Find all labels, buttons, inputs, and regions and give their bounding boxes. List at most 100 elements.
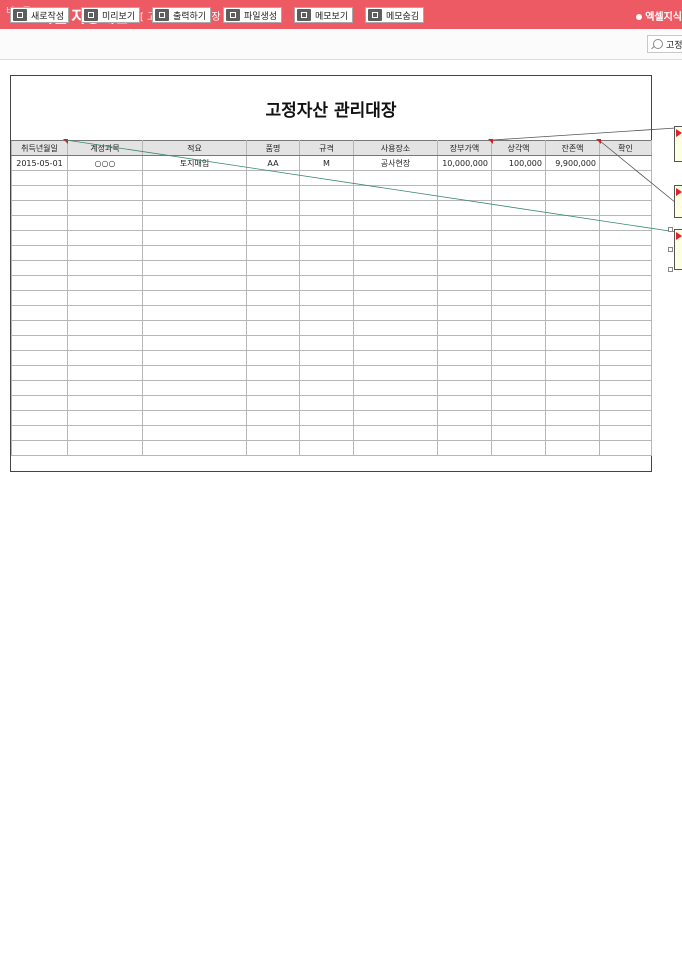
table-cell[interactable] xyxy=(353,305,438,321)
table-cell[interactable] xyxy=(599,155,652,171)
table-cell[interactable] xyxy=(11,230,68,246)
table-cell[interactable] xyxy=(299,335,354,351)
table-cell[interactable] xyxy=(299,170,354,186)
table-cell[interactable]: 9,900,000 xyxy=(545,155,600,171)
table-cell[interactable] xyxy=(545,380,600,396)
table-cell[interactable] xyxy=(437,215,492,231)
table-cell[interactable] xyxy=(545,365,600,381)
table-cell[interactable] xyxy=(299,215,354,231)
table-cell[interactable] xyxy=(11,335,68,351)
table-cell[interactable] xyxy=(437,170,492,186)
table-cell[interactable] xyxy=(299,185,354,201)
excel-knowledge-link[interactable]: 엑셀지식 xyxy=(636,8,682,23)
table-cell[interactable] xyxy=(246,425,300,441)
table-cell[interactable] xyxy=(599,215,652,231)
show-memo-button[interactable]: 메모보기 xyxy=(294,7,354,23)
table-cell[interactable] xyxy=(599,185,652,201)
table-cell[interactable] xyxy=(67,305,143,321)
table-cell[interactable] xyxy=(545,290,600,306)
table-cell[interactable] xyxy=(491,440,546,456)
table-cell[interactable] xyxy=(11,260,68,276)
table-cell[interactable] xyxy=(545,350,600,366)
print-button[interactable]: 출력하기 xyxy=(152,7,212,23)
table-cell[interactable] xyxy=(142,200,247,216)
table-cell[interactable] xyxy=(67,410,143,426)
table-cell[interactable] xyxy=(246,350,300,366)
table-cell[interactable] xyxy=(491,290,546,306)
table-cell[interactable] xyxy=(599,260,652,276)
table-cell[interactable] xyxy=(353,260,438,276)
table-cell[interactable] xyxy=(545,185,600,201)
comment-marker[interactable] xyxy=(596,139,601,144)
table-cell[interactable] xyxy=(11,320,68,336)
table-cell[interactable] xyxy=(545,395,600,411)
table-cell[interactable] xyxy=(246,365,300,381)
table-cell[interactable] xyxy=(246,245,300,261)
table-cell[interactable] xyxy=(299,395,354,411)
table-cell[interactable] xyxy=(246,290,300,306)
table-cell[interactable] xyxy=(353,275,438,291)
table-cell[interactable] xyxy=(67,185,143,201)
column-header[interactable]: 품명 xyxy=(246,140,300,156)
resize-handle[interactable] xyxy=(668,227,673,232)
table-cell[interactable] xyxy=(599,425,652,441)
table-cell[interactable] xyxy=(142,365,247,381)
table-cell[interactable] xyxy=(299,440,354,456)
table-cell[interactable] xyxy=(491,425,546,441)
table-cell[interactable] xyxy=(142,215,247,231)
comment-note[interactable] xyxy=(674,126,682,162)
table-cell[interactable] xyxy=(246,215,300,231)
table-cell[interactable] xyxy=(299,290,354,306)
table-cell[interactable] xyxy=(599,200,652,216)
table-cell[interactable] xyxy=(299,245,354,261)
column-header[interactable]: 확인 xyxy=(599,140,652,156)
table-cell[interactable] xyxy=(299,260,354,276)
table-cell[interactable] xyxy=(11,440,68,456)
table-cell[interactable] xyxy=(67,335,143,351)
table-cell[interactable] xyxy=(67,260,143,276)
table-cell[interactable] xyxy=(353,365,438,381)
table-cell[interactable] xyxy=(67,245,143,261)
column-header[interactable]: 잔존액 xyxy=(545,140,600,156)
table-cell[interactable] xyxy=(545,200,600,216)
column-header[interactable]: 계정과목 xyxy=(67,140,143,156)
table-cell[interactable] xyxy=(545,410,600,426)
table-cell[interactable] xyxy=(545,260,600,276)
table-cell[interactable] xyxy=(545,425,600,441)
table-cell[interactable] xyxy=(142,335,247,351)
table-cell[interactable] xyxy=(11,215,68,231)
table-cell[interactable] xyxy=(67,275,143,291)
table-cell[interactable] xyxy=(599,440,652,456)
table-cell[interactable] xyxy=(142,380,247,396)
table-cell[interactable] xyxy=(246,320,300,336)
table-cell[interactable]: 공사현장 xyxy=(353,155,438,171)
resize-handle[interactable] xyxy=(668,267,673,272)
table-cell[interactable] xyxy=(437,320,492,336)
table-cell[interactable]: 2015-05-01 xyxy=(11,155,68,171)
table-cell[interactable] xyxy=(246,275,300,291)
table-cell[interactable] xyxy=(299,275,354,291)
table-cell[interactable]: 100,000 xyxy=(491,155,546,171)
table-cell[interactable] xyxy=(353,290,438,306)
table-cell[interactable] xyxy=(67,290,143,306)
column-header[interactable]: 규격 xyxy=(299,140,354,156)
table-cell[interactable] xyxy=(299,425,354,441)
table-cell[interactable] xyxy=(353,440,438,456)
table-cell[interactable] xyxy=(142,410,247,426)
table-cell[interactable] xyxy=(67,200,143,216)
table-cell[interactable] xyxy=(545,215,600,231)
table-cell[interactable] xyxy=(142,320,247,336)
table-cell[interactable] xyxy=(246,410,300,426)
table-cell[interactable] xyxy=(353,245,438,261)
table-cell[interactable] xyxy=(599,230,652,246)
table-cell[interactable] xyxy=(491,185,546,201)
table-cell[interactable]: 10,000,000 xyxy=(437,155,492,171)
table-cell[interactable] xyxy=(599,335,652,351)
table-cell[interactable] xyxy=(545,335,600,351)
table-cell[interactable] xyxy=(246,395,300,411)
table-cell[interactable] xyxy=(142,440,247,456)
comment-marker[interactable] xyxy=(488,139,493,144)
table-cell[interactable] xyxy=(142,185,247,201)
table-cell[interactable] xyxy=(599,170,652,186)
table-cell[interactable] xyxy=(11,275,68,291)
